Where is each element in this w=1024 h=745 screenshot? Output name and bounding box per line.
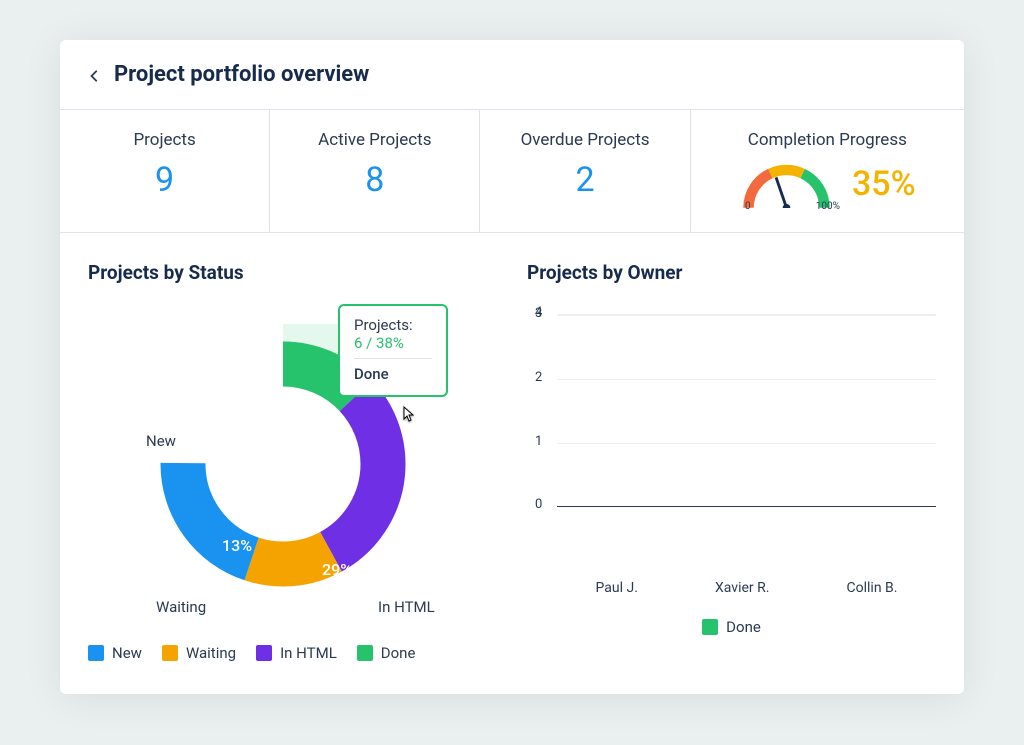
swatch-icon <box>702 619 718 635</box>
y-tick: 1 <box>535 434 542 449</box>
legend-item[interactable]: Done <box>702 618 761 636</box>
tooltip-label: Projects: <box>354 316 432 334</box>
status-legend: New Waiting In HTML Done <box>88 644 497 662</box>
seg-label-new: New <box>146 432 176 450</box>
bar-chart[interactable]: 0 1 2 3 4 Paul J. Xavier R. Collin B. <box>527 304 936 600</box>
chart-title: Projects by Owner <box>527 261 936 284</box>
x-tick: Collin B. <box>847 580 898 596</box>
gauge-max: 100% <box>816 201 840 212</box>
bar[interactable] <box>571 564 670 570</box>
owner-chart: Projects by Owner 0 1 2 3 4 Paul J. Xavi… <box>527 261 936 662</box>
gauge-min: 0 <box>745 201 751 212</box>
y-tick: 0 <box>535 497 542 512</box>
panel-header: Project portfolio overview <box>60 40 964 109</box>
gauge-icon: 0 100% <box>739 160 834 208</box>
legend-item[interactable]: New <box>88 644 142 662</box>
tooltip-value: 6 / 38% <box>354 334 432 352</box>
charts-row: Projects by Status 20% 13% 29% New <box>60 233 964 694</box>
kpi-active[interactable]: Active Projects 8 <box>270 110 480 232</box>
kpi-row: Projects 9 Active Projects 8 Overdue Pro… <box>60 109 964 233</box>
swatch-icon <box>162 645 178 661</box>
chart-title: Projects by Status <box>88 261 497 284</box>
swatch-icon <box>357 645 373 661</box>
legend-label: New <box>112 644 142 662</box>
tooltip-status: Done <box>354 365 389 383</box>
kpi-value: 35% <box>852 164 916 204</box>
owner-legend: Done <box>527 618 936 636</box>
legend-label: In HTML <box>280 644 337 662</box>
legend-item[interactable]: Done <box>357 644 416 662</box>
bar[interactable] <box>697 568 796 570</box>
arc-pct-inhtml: 29% <box>322 560 352 579</box>
bar[interactable] <box>824 566 923 570</box>
swatch-icon <box>88 645 104 661</box>
x-tick: Xavier R. <box>715 580 769 596</box>
kpi-value: 2 <box>488 160 681 200</box>
legend-label: Waiting <box>186 644 236 662</box>
legend-label: Done <box>726 618 761 636</box>
x-tick: Paul J. <box>596 580 638 596</box>
kpi-value: 8 <box>278 160 471 200</box>
kpi-value: 9 <box>68 160 261 200</box>
arc-pct-new: 20% <box>224 458 254 477</box>
y-tick: 2 <box>535 370 542 385</box>
y-tick: 4 <box>535 305 542 320</box>
kpi-label: Projects <box>68 130 261 150</box>
cursor-icon <box>396 404 420 433</box>
swatch-icon <box>256 645 272 661</box>
kpi-label: Completion Progress <box>699 130 956 150</box>
seg-label-waiting: Waiting <box>156 598 206 616</box>
tooltip-divider <box>354 358 432 359</box>
chart-tooltip: Projects: 6 / 38% Done <box>338 304 448 397</box>
status-chart: Projects by Status 20% 13% 29% New <box>88 261 497 662</box>
kpi-overdue[interactable]: Overdue Projects 2 <box>480 110 690 232</box>
kpi-completion[interactable]: Completion Progress 0 100% 35% <box>691 110 964 232</box>
legend-item[interactable]: Waiting <box>162 644 236 662</box>
legend-label: Done <box>381 644 416 662</box>
arc-pct-waiting: 13% <box>222 536 252 555</box>
kpi-label: Overdue Projects <box>488 130 681 150</box>
legend-item[interactable]: In HTML <box>256 644 337 662</box>
kpi-label: Active Projects <box>278 130 471 150</box>
dashboard-panel: Project portfolio overview Projects 9 Ac… <box>60 40 964 694</box>
seg-label-inhtml: In HTML <box>378 598 435 616</box>
kpi-projects[interactable]: Projects 9 <box>60 110 270 232</box>
page-title: Project portfolio overview <box>114 62 369 87</box>
back-icon[interactable] <box>88 68 102 82</box>
